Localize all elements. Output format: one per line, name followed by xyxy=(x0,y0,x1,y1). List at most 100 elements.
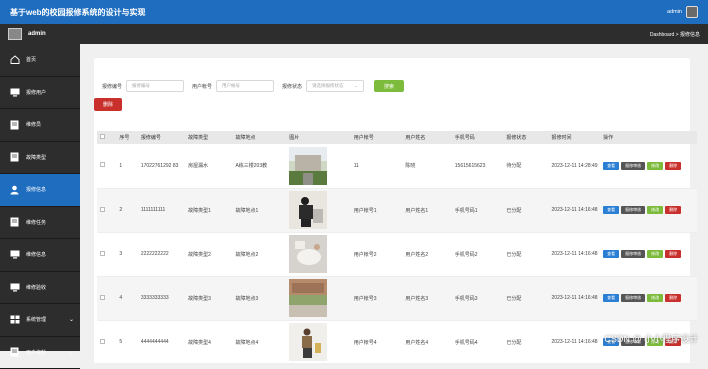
cell-name: 陈晓 xyxy=(402,144,451,188)
edit-button[interactable]: 修改 xyxy=(647,250,663,258)
code-input[interactable]: 报修编号 xyxy=(126,80,184,92)
chevron-down-icon: ⌄ xyxy=(69,349,74,356)
sidebar-item-1[interactable]: 报修用户 xyxy=(0,77,80,110)
sidebar-item-0[interactable]: 首页 xyxy=(0,44,80,77)
sidebar-item-8[interactable]: 系统管理⌄ xyxy=(0,304,80,337)
view-button[interactable]: 查看 xyxy=(603,206,619,214)
cell-type: 房屋漏水 xyxy=(185,144,232,188)
sidebar-item-label: 系统管理 xyxy=(26,316,46,323)
document-icon xyxy=(9,120,20,130)
sidebar-item-2[interactable]: 维修员 xyxy=(0,109,80,142)
audit-button[interactable]: 报修审核 xyxy=(621,250,645,258)
view-button[interactable]: 查看 xyxy=(603,294,619,302)
cell-phone: 15615615623 xyxy=(452,144,504,188)
delete-button[interactable]: 删除 xyxy=(665,294,681,302)
cell-name: 用户姓名4 xyxy=(402,320,451,364)
monitor-icon xyxy=(9,87,20,97)
view-button[interactable]: 查看 xyxy=(603,162,619,170)
search-button[interactable]: 搜索 xyxy=(374,80,404,92)
sidebar-item-label: 报修信息 xyxy=(26,186,46,193)
cell-type: 故障类型2 xyxy=(185,232,232,276)
main-content: 报修编号 报修编号 用户帐号 用户帐号 报修状态 请选择报修状态⌄ 搜索 删除 … xyxy=(80,44,708,351)
chevron-down-icon: ⌄ xyxy=(354,83,358,89)
document-icon xyxy=(9,347,20,357)
header-user[interactable]: admin xyxy=(667,6,698,18)
cell-account: 用户帐号1 xyxy=(351,188,403,232)
audit-button[interactable]: 报修审核 xyxy=(621,294,645,302)
sidebar-item-9[interactable]: 用户资料⌄ xyxy=(0,337,80,369)
row-checkbox[interactable] xyxy=(100,207,105,212)
account-input[interactable]: 用户帐号 xyxy=(216,80,274,92)
column-header: 用户帐号 xyxy=(351,131,403,144)
cell-time: 2023-12-11 14:16:48 xyxy=(549,320,601,364)
row-select-cell xyxy=(97,320,116,364)
cell-no: 1 xyxy=(116,144,138,188)
delete-button[interactable]: 删除 xyxy=(665,250,681,258)
app-title: 基于web的校园报修系统的设计与实现 xyxy=(10,7,146,18)
sidebar-item-label: 维修员 xyxy=(26,121,41,128)
grid-icon xyxy=(9,315,20,325)
sidebar-item-label: 维修验收 xyxy=(26,284,46,291)
column-header: 报修编号 xyxy=(138,131,185,144)
select-all-checkbox[interactable] xyxy=(100,134,105,139)
home-icon xyxy=(9,55,20,65)
cell-place: 故障地点2 xyxy=(232,232,286,276)
sidebar-item-3[interactable]: 故障类型 xyxy=(0,142,80,175)
sidebar-item-5[interactable]: 维修任务 xyxy=(0,207,80,240)
row-photo xyxy=(286,276,351,320)
column-header: 图片 xyxy=(286,131,351,144)
cell-status: 已分配 xyxy=(503,320,548,364)
cell-name: 用户姓名2 xyxy=(402,232,451,276)
table-row: 32222222222故障类型2故障地点2用户帐号2用户姓名2手机号码2已分配2… xyxy=(97,232,697,276)
batch-delete-button[interactable]: 删除 xyxy=(94,98,122,111)
cell-name: 用户姓名3 xyxy=(402,276,451,320)
table-card: 序号报修编号故障类型故障地点图片用户帐号用户姓名手机号码报修状态报修时间操作 1… xyxy=(94,123,690,363)
cell-code: 17022761292 83 xyxy=(138,144,185,188)
breadcrumb[interactable]: Dashboard > 报修信息 xyxy=(650,31,708,38)
cell-phone: 手机号码1 xyxy=(452,188,504,232)
view-button[interactable]: 查看 xyxy=(603,250,619,258)
edit-button[interactable]: 修改 xyxy=(647,294,663,302)
status-select-placeholder: 请选择报修状态 xyxy=(312,83,344,89)
audit-button[interactable]: 报修审核 xyxy=(621,162,645,170)
edit-button[interactable]: 修改 xyxy=(647,162,663,170)
cell-status: 已分配 xyxy=(503,276,548,320)
cell-account: 用户帐号3 xyxy=(351,276,403,320)
row-checkbox[interactable] xyxy=(100,162,105,167)
column-header: 序号 xyxy=(116,131,138,144)
row-photo xyxy=(286,320,351,364)
avatar[interactable] xyxy=(686,6,698,18)
action-group: 查看报修审核修改删除 xyxy=(603,206,683,214)
delete-button[interactable]: 删除 xyxy=(665,206,681,214)
sidebar: 首页报修用户维修员故障类型报修信息维修任务维修信息维修验收系统管理⌄用户资料⌄ xyxy=(0,44,80,351)
cell-no: 3 xyxy=(116,232,138,276)
row-photo xyxy=(286,188,351,232)
column-header: 报修状态 xyxy=(503,131,548,144)
sidebar-item-label: 维修信息 xyxy=(26,251,46,258)
table-row: 43333333333故障类型3故障地点3用户帐号3用户姓名3手机号码3已分配2… xyxy=(97,276,697,320)
cell-account: 用户帐号4 xyxy=(351,320,403,364)
account-label: 用户帐号 xyxy=(192,83,212,90)
sidebar-item-label: 报修用户 xyxy=(26,89,46,96)
delete-button[interactable]: 删除 xyxy=(665,162,681,170)
cell-code: 4444444444 xyxy=(138,320,185,364)
row-checkbox[interactable] xyxy=(100,251,105,256)
sidebar-item-7[interactable]: 维修验收 xyxy=(0,272,80,305)
sidebar-item-label: 维修任务 xyxy=(26,219,46,226)
table-header-row: 序号报修编号故障类型故障地点图片用户帐号用户姓名手机号码报修状态报修时间操作 xyxy=(97,131,697,144)
cell-time: 2023-12-11 14:16:48 xyxy=(549,188,601,232)
cell-status: 待分配 xyxy=(503,144,548,188)
audit-button[interactable]: 报修审核 xyxy=(621,206,645,214)
brand-avatar xyxy=(8,28,22,40)
row-checkbox[interactable] xyxy=(100,339,105,344)
sidebar-item-6[interactable]: 维修信息 xyxy=(0,239,80,272)
cell-account: 用户帐号2 xyxy=(351,232,403,276)
status-select[interactable]: 请选择报修状态 ⌄ xyxy=(306,80,364,92)
sidebar-item-4[interactable]: 报修信息 xyxy=(0,174,80,207)
repair-table: 序号报修编号故障类型故障地点图片用户帐号用户姓名手机号码报修状态报修时间操作 1… xyxy=(97,131,697,365)
table-row: 21111111111故障类型1故障地点1用户帐号1用户姓名1手机号码1已分配2… xyxy=(97,188,697,232)
row-checkbox[interactable] xyxy=(100,295,105,300)
cell-phone: 手机号码2 xyxy=(452,232,504,276)
sidebar-item-label: 故障类型 xyxy=(26,154,46,161)
edit-button[interactable]: 修改 xyxy=(647,206,663,214)
